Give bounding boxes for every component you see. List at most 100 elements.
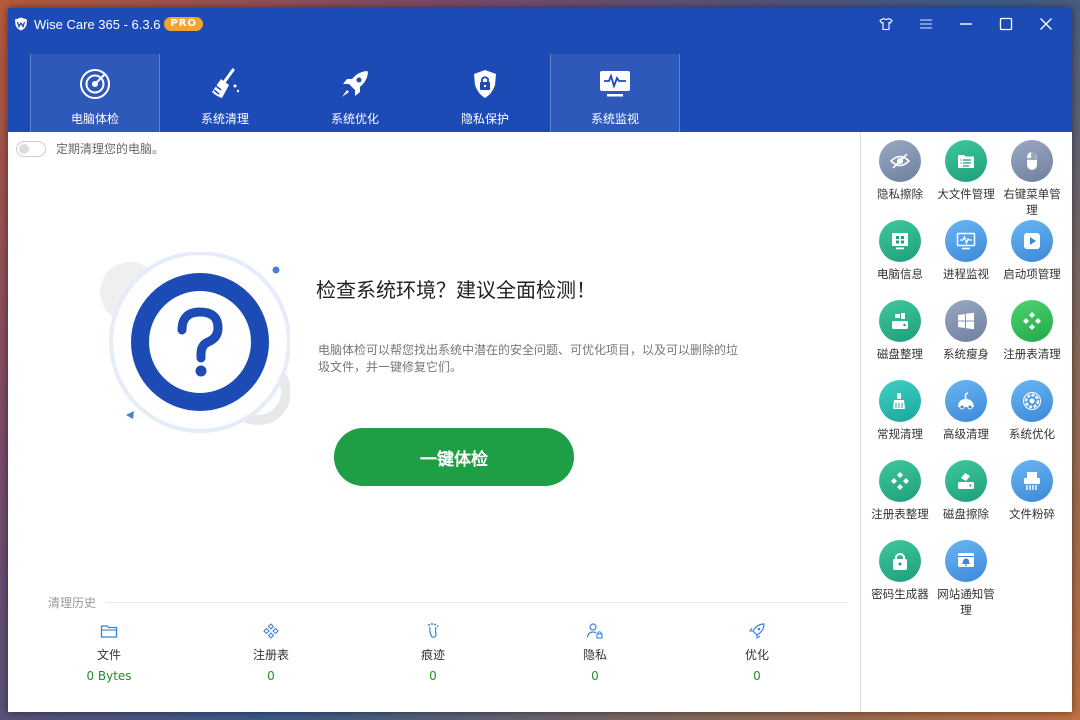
play-icon [1024, 233, 1040, 249]
tool-label: 注册表清理 [1003, 347, 1061, 361]
tab-label: 系统监视 [590, 112, 639, 126]
tool-password-generator[interactable]: 密码生成器 [867, 540, 933, 620]
tool-label: 文件粉碎 [1009, 507, 1055, 521]
broom-icon [212, 68, 240, 98]
auto-clean-label: 定期清理您的电脑。 [56, 142, 165, 156]
tool-label: 磁盘擦除 [943, 507, 989, 521]
app-window: Wise Care 365 - 6.3.6 PRO 电脑体检 系统清理 系统优化… [8, 8, 1072, 712]
tab-label: 系统清理 [200, 112, 249, 126]
radar-icon [80, 69, 110, 99]
close-icon [1040, 18, 1052, 30]
stat-registry: 注册表 0 [190, 622, 352, 683]
tool-registry-cleaner[interactable]: 注册表清理 [999, 300, 1065, 380]
gear-icon [1023, 392, 1041, 410]
title-row: Wise Care 365 - 6.3.6 PRO [14, 12, 203, 36]
footprint-icon [428, 623, 439, 638]
stat-optimize: 优化 0 [676, 622, 838, 683]
window-controls [866, 10, 1066, 38]
registry-icon [1023, 312, 1041, 330]
brush-icon [893, 393, 905, 409]
tool-startup-manager[interactable]: 启动项管理 [999, 220, 1065, 300]
tool-privacy-eraser[interactable]: 隐私擦除 [867, 140, 933, 220]
file-list-icon [958, 155, 974, 168]
title-bar: Wise Care 365 - 6.3.6 PRO 电脑体检 系统清理 系统优化… [8, 8, 1072, 132]
tools-grid: 隐私擦除 大文件管理 右键菜单管理 电脑信息 进程监视 启动项管理 磁盘整理 系… [867, 140, 1067, 620]
minimize-icon [960, 23, 972, 25]
tab-privacy[interactable]: 隐私保护 [420, 54, 550, 132]
menu-button[interactable] [906, 10, 946, 38]
rocket-icon [748, 623, 765, 640]
tab-label: 电脑体检 [70, 112, 119, 126]
tool-label: 注册表整理 [871, 507, 929, 521]
stat-label: 优化 [744, 648, 769, 662]
tab-system-clean[interactable]: 系统清理 [160, 54, 290, 132]
tool-advanced-clean[interactable]: 高级清理 [933, 380, 999, 460]
minimize-button[interactable] [946, 10, 986, 38]
browser-bell-icon [958, 553, 974, 567]
tool-regular-clean[interactable]: 常规清理 [867, 380, 933, 460]
windows-grid-icon [892, 233, 908, 250]
stat-privacy: 隐私 0 [514, 622, 676, 683]
disk-erase-icon [958, 473, 974, 489]
tool-context-menu-manager[interactable]: 右键菜单管理 [999, 140, 1065, 220]
stat-label: 注册表 [252, 648, 289, 662]
tool-label: 隐私擦除 [877, 187, 923, 201]
app-title: Wise Care 365 - 6.3.6 [34, 16, 161, 32]
question-mark-illustration [100, 252, 290, 433]
stat-value: 0 [753, 669, 761, 683]
tool-label: 大文件管理 [937, 187, 995, 201]
tool-disk-defrag[interactable]: 磁盘整理 [867, 300, 933, 380]
maximize-button[interactable] [986, 10, 1026, 38]
tool-site-notification-manager[interactable]: 网站通知管理 [933, 540, 999, 620]
tool-label: 网站通知管理 [937, 587, 995, 617]
tool-label: 右键菜单管理 [1003, 187, 1061, 217]
tool-system-slim[interactable]: 系统瘦身 [933, 300, 999, 380]
monitor-pulse-icon [600, 71, 630, 97]
divider [106, 602, 848, 603]
one-click-scan-button[interactable]: 一键体检 [334, 428, 574, 486]
tool-label: 系统优化 [1009, 427, 1055, 441]
maximize-icon [999, 17, 1013, 31]
tool-file-shredder[interactable]: 文件粉碎 [999, 460, 1065, 540]
stat-value: 0 Bytes [86, 669, 132, 683]
monitor-icon [956, 232, 976, 250]
tool-process-monitor[interactable]: 进程监视 [933, 220, 999, 300]
tool-label: 启动项管理 [1003, 267, 1061, 281]
hero-title: 检查系统环境？建议全面检测！ [316, 278, 596, 302]
lock-shield-icon [474, 70, 496, 98]
disk-icon [892, 313, 908, 329]
tab-pc-checkup[interactable]: 电脑体检 [30, 54, 160, 132]
eye-slash-icon [889, 153, 911, 169]
tools-sidebar: 隐私擦除 大文件管理 右键菜单管理 电脑信息 进程监视 启动项管理 磁盘整理 系… [860, 132, 1072, 712]
tool-large-file-manager[interactable]: 大文件管理 [933, 140, 999, 220]
stat-files: 文件 0 Bytes [28, 622, 190, 683]
tool-label: 密码生成器 [871, 587, 929, 601]
tool-label: 进程监视 [943, 267, 989, 281]
folder-icon [100, 625, 118, 638]
user-lock-icon [586, 623, 603, 639]
registry-icon [263, 623, 279, 639]
tool-registry-defrag[interactable]: 注册表整理 [867, 460, 933, 540]
rocket-icon [342, 71, 368, 97]
stat-value: 0 [267, 669, 275, 683]
app-logo-icon [15, 17, 27, 31]
tab-system-optimize[interactable]: 系统优化 [290, 54, 420, 132]
padlock-icon [893, 553, 907, 570]
tool-pc-info[interactable]: 电脑信息 [867, 220, 933, 300]
tool-label: 高级清理 [943, 427, 989, 441]
stat-label: 痕迹 [420, 648, 445, 662]
tab-label: 系统优化 [330, 112, 379, 126]
tool-label: 电脑信息 [877, 267, 923, 281]
tab-system-monitor[interactable]: 系统监视 [550, 54, 680, 132]
close-button[interactable] [1026, 10, 1066, 38]
tool-disk-eraser[interactable]: 磁盘擦除 [933, 460, 999, 540]
nav-tabs: 电脑体检 系统清理 系统优化 隐私保护 系统监视 [30, 54, 680, 132]
registry-icon [891, 472, 909, 490]
skin-button[interactable] [866, 10, 906, 38]
mouse-icon [1027, 152, 1037, 170]
auto-clean-toggle[interactable] [16, 140, 46, 157]
tool-system-optimize[interactable]: 系统优化 [999, 380, 1065, 460]
pro-badge: PRO [164, 17, 203, 31]
tab-label: 隐私保护 [460, 112, 509, 126]
main-panel: 定期清理您的电脑。 检查系统环境？建议全面检测！ 电脑体检可以帮您找出系统中潜在… [8, 132, 860, 712]
